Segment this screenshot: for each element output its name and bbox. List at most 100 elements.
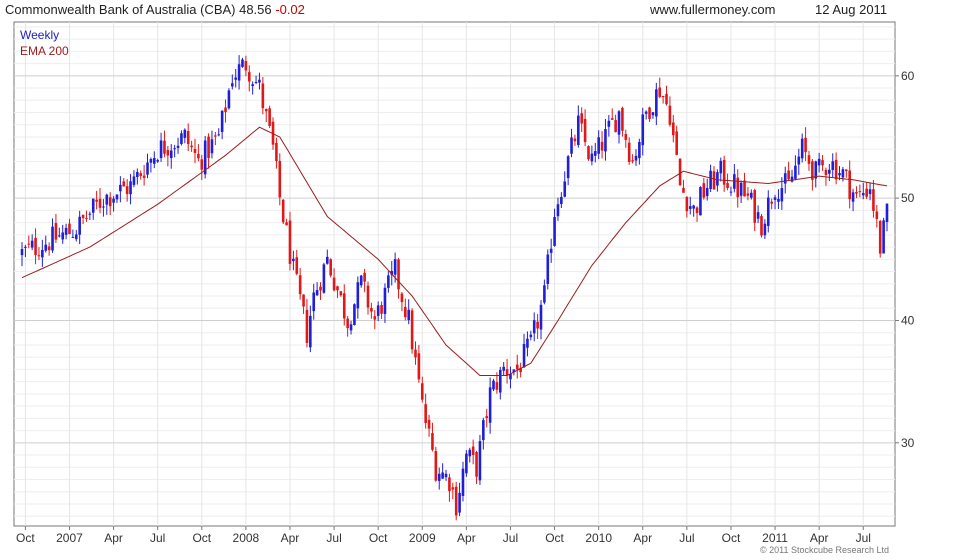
x-tick-label: Jul <box>856 531 871 545</box>
candle-body <box>631 160 634 162</box>
candle-body <box>78 216 81 235</box>
candle-body <box>607 120 611 127</box>
candle-body <box>108 197 112 207</box>
candle-body <box>427 419 431 429</box>
candle-body <box>102 206 105 208</box>
candle-body <box>580 113 584 124</box>
candle-body <box>91 198 95 213</box>
candle-body <box>688 206 692 209</box>
candle-body <box>349 324 353 331</box>
x-tick-label: Oct <box>16 531 35 545</box>
candle-body <box>841 169 845 178</box>
candle-body <box>180 133 183 144</box>
candle-body <box>539 304 543 330</box>
candle-body <box>197 153 200 159</box>
candle-body <box>709 170 712 189</box>
candle-body <box>404 306 407 318</box>
candle-body <box>95 199 98 202</box>
candle <box>410 308 414 354</box>
candle-body <box>322 264 326 293</box>
y-tick-label: 30 <box>901 436 915 450</box>
candle-body <box>30 240 34 248</box>
candle-body <box>410 310 414 350</box>
candle-body <box>556 204 560 217</box>
candle-body <box>610 118 614 120</box>
candle-body <box>98 198 102 208</box>
y-tick-label: 60 <box>901 69 915 83</box>
candle-body <box>716 172 719 186</box>
candle-body <box>74 234 78 240</box>
candle-body <box>319 286 322 291</box>
candle-body <box>773 197 777 200</box>
candle-body <box>356 282 360 309</box>
candle-body <box>739 182 743 196</box>
candle-body <box>797 156 801 165</box>
candle-body <box>302 294 305 307</box>
candle-body <box>600 141 604 151</box>
candle-body <box>644 111 648 114</box>
candle-body <box>851 192 855 202</box>
candle-body <box>295 257 299 274</box>
x-tick-label: Apr <box>104 531 123 545</box>
candle <box>329 258 332 278</box>
candle <box>878 219 882 258</box>
candle-body <box>532 320 536 334</box>
candle <box>492 378 495 392</box>
candle-body <box>24 246 27 248</box>
candle-body <box>339 291 343 296</box>
candle-body <box>152 157 156 164</box>
candle-body <box>288 220 292 264</box>
candle-body <box>471 446 475 456</box>
candle-body <box>665 93 668 105</box>
candle-body <box>648 107 651 119</box>
candle-body <box>444 473 448 478</box>
candle-body <box>244 61 248 71</box>
candle-body <box>719 160 723 174</box>
candle-body <box>838 173 841 176</box>
candle-body <box>692 205 695 209</box>
candle-body <box>448 477 451 492</box>
candle-body <box>281 199 285 223</box>
candle-body <box>437 473 441 481</box>
candle-body <box>285 222 288 226</box>
candle-body <box>492 380 495 390</box>
candle-body <box>543 285 546 303</box>
candle-body <box>570 137 573 154</box>
candle-body <box>488 387 492 423</box>
candle-body <box>237 64 241 81</box>
candle-body <box>186 131 190 145</box>
candle-body <box>68 223 71 234</box>
x-tick-label: Oct <box>192 531 211 545</box>
candle-body <box>166 149 170 156</box>
candle <box>434 446 438 482</box>
candle-body <box>743 180 746 197</box>
candle-body <box>142 175 146 178</box>
candle-body <box>821 160 824 166</box>
candle-body <box>387 275 390 288</box>
candle-body <box>315 290 319 296</box>
candle-body <box>119 184 122 192</box>
candle-body <box>777 198 780 202</box>
candle-body <box>872 189 875 211</box>
candle-body <box>641 114 645 146</box>
candle-body <box>258 79 261 83</box>
candle-body <box>583 118 587 143</box>
candle-body <box>112 198 115 203</box>
candle-body <box>214 135 217 137</box>
x-tick-label: Jul <box>503 531 518 545</box>
candle-body <box>393 259 397 275</box>
candle-body <box>750 192 753 198</box>
candle-body <box>770 201 773 204</box>
candle-body <box>115 194 119 200</box>
candle-body <box>790 176 794 182</box>
candle-body <box>651 112 655 116</box>
candle-body <box>234 77 238 80</box>
candle <box>546 249 550 290</box>
candle-body <box>434 451 438 481</box>
candle-body <box>122 181 126 187</box>
candle-body <box>363 272 366 282</box>
candle-body <box>241 59 244 67</box>
candle-body <box>71 236 75 238</box>
candle-body <box>85 217 88 219</box>
candle-body <box>844 169 848 172</box>
